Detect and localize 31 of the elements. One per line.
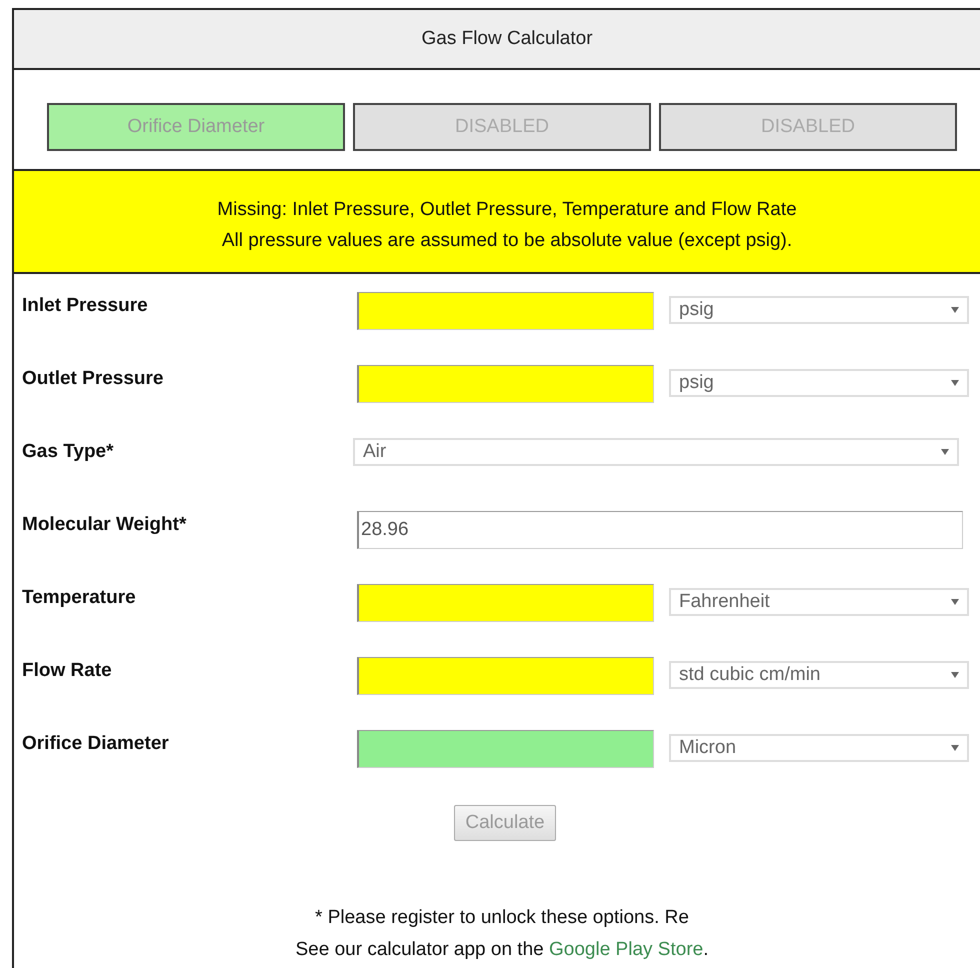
field-label: Molecular Weight* [22, 513, 188, 536]
input-field[interactable] [357, 730, 654, 768]
field-label: Inlet Pressure [22, 294, 149, 317]
unit-dropdown[interactable]: std cubic cm/min [669, 661, 969, 689]
input-field[interactable] [357, 292, 654, 330]
window-title: Gas Flow Calculator [14, 10, 980, 70]
field-label: Gas Type* [22, 440, 115, 463]
dropdown-caret-icon [941, 449, 949, 455]
dropdown-caret-icon [951, 380, 959, 386]
notice-text: All pressure values are assumed to be absolute value (except psig). [222, 230, 792, 252]
unit-dropdown[interactable]: Fahrenheit [669, 588, 969, 616]
play-store-link[interactable]: Google Play Store [549, 939, 704, 960]
field-label: Temperature [22, 586, 137, 609]
dropdown-caret-icon [951, 599, 959, 605]
dropdown-caret-icon [951, 745, 959, 751]
dropdown-caret-icon [951, 672, 959, 678]
gas-type-dropdown[interactable]: Air [353, 438, 959, 466]
input-field[interactable] [357, 365, 654, 403]
input-field[interactable] [357, 657, 654, 695]
field-label: Outlet Pressure [22, 367, 164, 390]
dropdown-caret-icon [951, 307, 959, 313]
notice-text: Missing: Inlet Pressure, Outlet Pressure, Temperature and Flow Rate [217, 199, 797, 221]
unit-dropdown[interactable]: Micron [669, 734, 969, 762]
app-note: See our calculator app on the Google Play Store. [296, 939, 708, 961]
unit-dropdown[interactable]: psig [669, 369, 969, 397]
field-label: Flow Rate [22, 659, 113, 682]
input-field[interactable] [357, 584, 654, 622]
field-label: Orifice Diameter [22, 732, 170, 755]
input-field[interactable]: 28.96 [357, 511, 963, 549]
register-note: * Please register to unlock these options. Re [315, 907, 689, 929]
unit-dropdown[interactable]: psig [669, 296, 969, 324]
